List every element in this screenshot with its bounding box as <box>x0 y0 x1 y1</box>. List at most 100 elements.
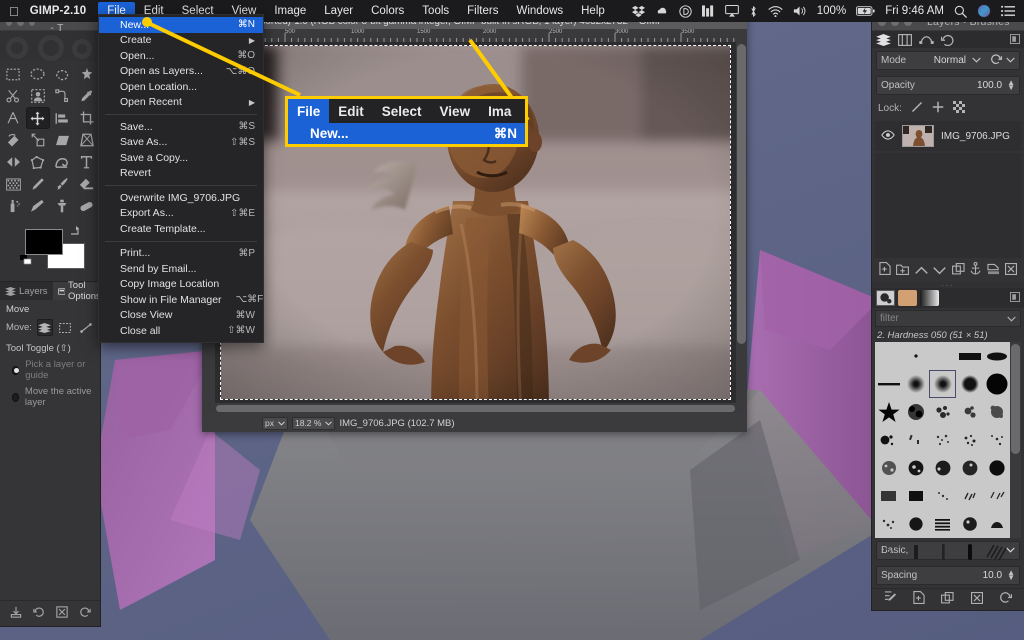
brush-cell[interactable] <box>929 482 956 510</box>
layers-empty-area[interactable] <box>875 153 1021 258</box>
circle-d-icon[interactable] <box>679 4 692 18</box>
menu-item-save-a-copy[interactable]: Save a Copy... <box>99 150 263 166</box>
brush-cell[interactable] <box>929 426 956 454</box>
free-select-tool[interactable] <box>50 63 75 85</box>
switch-to-legacy-modes-icon[interactable] <box>990 53 1003 68</box>
vertical-scroll-thumb[interactable] <box>737 44 746 344</box>
brush-cell[interactable] <box>902 426 929 454</box>
brush-cell[interactable] <box>902 538 929 566</box>
menu-item-save[interactable]: Save... ⌘S <box>99 119 263 135</box>
apple-logo-icon[interactable]:  <box>0 5 30 18</box>
zoom-selector[interactable]: 18.2 % <box>291 416 336 430</box>
opacity-stepper[interactable]: ▲ ▼ <box>1007 78 1015 91</box>
airbrush-tool[interactable] <box>1 195 26 217</box>
menu-item-new[interactable]: New... ⌘N <box>99 17 263 33</box>
delete-layer-icon[interactable] <box>1005 262 1018 280</box>
horizontal-ruler[interactable]: 500 1000 1500 2000 2500 3000 3500 <box>215 29 747 42</box>
save-tool-options-icon[interactable] <box>10 605 22 623</box>
menu-item-help[interactable]: Help <box>572 2 614 20</box>
menu-item-send-by-email[interactable]: Send by Email... <box>99 261 263 277</box>
brush-scrollbar[interactable] <box>1010 342 1021 538</box>
reset-colors-icon[interactable] <box>20 254 32 266</box>
foreground-color-swatch[interactable] <box>25 229 63 255</box>
menu-item-copy-image-location[interactable]: Copy Image Location <box>99 277 263 293</box>
duplicate-layer-icon[interactable] <box>951 262 965 280</box>
horizontal-scroll-thumb[interactable] <box>216 405 735 412</box>
brush-cell[interactable] <box>875 454 902 482</box>
brush-cell[interactable] <box>956 398 983 426</box>
brush-cell[interactable] <box>983 510 1010 538</box>
menu-item-open[interactable]: Open... ⌘O <box>99 48 263 64</box>
unit-selector[interactable]: px <box>262 416 288 430</box>
refresh-brushes-icon[interactable] <box>999 591 1012 609</box>
align-tool[interactable] <box>50 107 75 129</box>
rotate-tool[interactable] <box>1 129 26 151</box>
scissors-select-tool[interactable] <box>1 85 26 107</box>
warp-transform-tool[interactable] <box>50 151 75 173</box>
new-brush-icon[interactable] <box>913 590 925 609</box>
brush-cell[interactable] <box>983 538 1010 566</box>
menu-item-show-in-file-manager[interactable]: Show in File Manager ⌥⌘F <box>99 292 263 308</box>
raise-layer-icon[interactable] <box>914 262 928 280</box>
chevron-down-icon[interactable] <box>1006 55 1015 66</box>
delete-brush-icon[interactable] <box>970 591 983 609</box>
menu-item-create-template[interactable]: Create Template... <box>99 221 263 237</box>
menu-item-overwrite[interactable]: Overwrite IMG_9706.JPG <box>99 190 263 206</box>
callout-menu-select[interactable]: Select <box>373 104 431 119</box>
callout-menu-item-new[interactable]: New... ⌘N <box>288 123 525 144</box>
app-name-label[interactable]: GIMP-2.10 <box>30 5 99 17</box>
tool-toggle-option-1[interactable]: Move the active layer <box>12 386 94 408</box>
flip-tool[interactable] <box>1 151 26 173</box>
swap-colors-icon[interactable] <box>70 225 82 240</box>
heal-tool[interactable] <box>75 195 100 217</box>
callout-menu-view[interactable]: View <box>431 104 480 119</box>
patterns-icon[interactable] <box>898 290 917 306</box>
vertical-scrollbar[interactable] <box>736 42 747 403</box>
radio-move-active-layer[interactable] <box>12 392 19 402</box>
cloud-icon[interactable] <box>655 6 669 17</box>
dropbox-icon[interactable] <box>631 5 645 18</box>
brush-cell[interactable] <box>902 398 929 426</box>
brush-cell[interactable] <box>929 538 956 566</box>
duplicate-brush-icon[interactable] <box>941 591 955 609</box>
paths-icon[interactable] <box>919 34 934 46</box>
brush-cell[interactable] <box>875 426 902 454</box>
brush-cell[interactable] <box>902 454 929 482</box>
spacing-stepper[interactable]: ▲ ▼ <box>1007 568 1015 581</box>
brush-cell[interactable] <box>875 510 902 538</box>
brush-cell[interactable] <box>929 342 956 370</box>
move-path-mode-button[interactable] <box>78 319 94 336</box>
lock-alpha-icon[interactable] <box>952 101 965 116</box>
move-tool[interactable] <box>25 107 50 129</box>
brush-cell[interactable] <box>956 342 983 370</box>
scale-tool[interactable] <box>26 129 51 151</box>
lock-pixels-icon[interactable] <box>911 101 923 116</box>
collapse-icon[interactable] <box>1010 33 1020 46</box>
menu-item-export-as[interactable]: Export As... ⇧⌘E <box>99 206 263 222</box>
brush-cell[interactable] <box>902 370 929 398</box>
brush-cell[interactable] <box>956 510 983 538</box>
delete-tool-options-icon[interactable] <box>55 605 68 623</box>
gradients-icon[interactable] <box>920 290 939 306</box>
move-layer-mode-button[interactable] <box>36 319 53 336</box>
lower-layer-icon[interactable] <box>933 262 947 280</box>
brush-cell[interactable] <box>929 454 956 482</box>
blend-mode-row[interactable]: Mode Normal <box>876 51 1020 70</box>
clone-tool[interactable] <box>50 195 75 217</box>
opacity-row[interactable]: Opacity 100.0 ▲ ▼ <box>876 76 1020 95</box>
menu-item-tools[interactable]: Tools <box>413 2 458 20</box>
menu-item-close-all[interactable]: Close all ⇧⌘W <box>99 323 263 339</box>
menu-item-close-view[interactable]: Close View ⌘W <box>99 308 263 324</box>
radio-pick-layer[interactable] <box>12 365 20 375</box>
layer-row[interactable]: IMG_9706.JPG <box>875 121 1021 151</box>
brush-cell[interactable] <box>902 510 929 538</box>
menu-item-open-recent[interactable]: Open Recent ▶ <box>99 95 263 111</box>
brush-cell[interactable] <box>902 342 929 370</box>
menu-item-create[interactable]: Create ▶ <box>99 33 263 49</box>
brush-filter-row[interactable]: filter <box>875 310 1021 327</box>
bucket-fill-tool[interactable] <box>1 173 26 195</box>
reset-tool-options-icon[interactable] <box>79 605 91 623</box>
brush-cell[interactable] <box>902 482 929 510</box>
measure-tool[interactable] <box>1 107 26 129</box>
edit-brush-icon[interactable] <box>884 590 897 609</box>
